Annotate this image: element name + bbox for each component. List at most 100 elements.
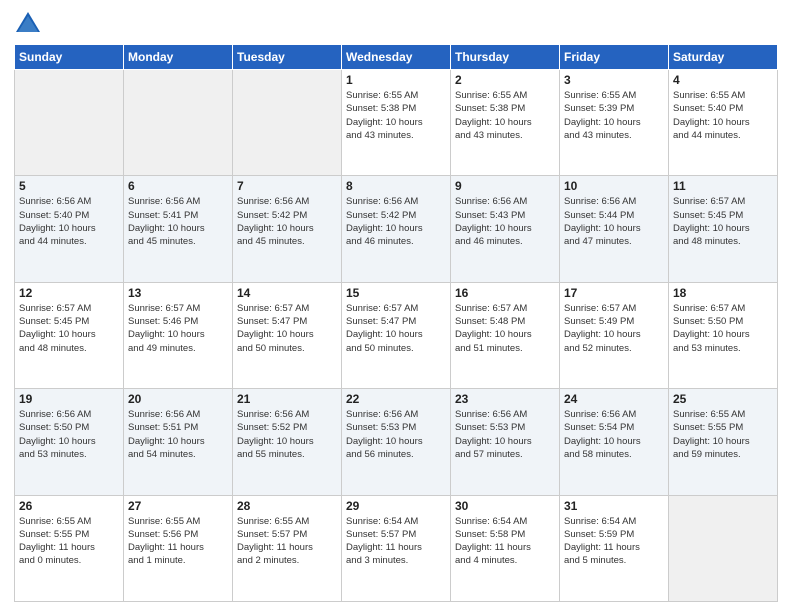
day-info: Sunrise: 6:55 AMSunset: 5:55 PMDaylight:…: [19, 515, 119, 568]
week-row-4: 19 Sunrise: 6:56 AMSunset: 5:50 PMDayligh…: [15, 389, 778, 495]
day-info: Sunrise: 6:54 AMSunset: 5:58 PMDaylight:…: [455, 515, 555, 568]
day-info: Sunrise: 6:56 AMSunset: 5:51 PMDaylight:…: [128, 408, 228, 461]
calendar-cell: 5 Sunrise: 6:56 AMSunset: 5:40 PMDaylight…: [15, 176, 124, 282]
week-row-2: 5 Sunrise: 6:56 AMSunset: 5:40 PMDaylight…: [15, 176, 778, 282]
day-info: Sunrise: 6:55 AMSunset: 5:38 PMDaylight:…: [455, 89, 555, 142]
day-number: 1: [346, 73, 446, 87]
calendar-cell: [669, 495, 778, 601]
day-number: 19: [19, 392, 119, 406]
day-info: Sunrise: 6:55 AMSunset: 5:40 PMDaylight:…: [673, 89, 773, 142]
calendar-cell: [233, 70, 342, 176]
day-number: 20: [128, 392, 228, 406]
day-info: Sunrise: 6:57 AMSunset: 5:45 PMDaylight:…: [673, 195, 773, 248]
calendar-cell: [124, 70, 233, 176]
day-number: 13: [128, 286, 228, 300]
calendar-cell: 3 Sunrise: 6:55 AMSunset: 5:39 PMDaylight…: [560, 70, 669, 176]
weekday-header-monday: Monday: [124, 45, 233, 70]
day-number: 27: [128, 499, 228, 513]
day-number: 5: [19, 179, 119, 193]
header: [14, 10, 778, 38]
calendar-cell: 24Sunrise: 6:56 AMSunset: 5:54 PMDayligh…: [560, 389, 669, 495]
calendar-cell: 11 Sunrise: 6:57 AMSunset: 5:45 PMDayligh…: [669, 176, 778, 282]
week-row-5: 26 Sunrise: 6:55 AMSunset: 5:55 PMDayligh…: [15, 495, 778, 601]
calendar-cell: 15 Sunrise: 6:57 AMSunset: 5:47 PMDayligh…: [342, 282, 451, 388]
day-number: 22: [346, 392, 446, 406]
day-info: Sunrise: 6:55 AMSunset: 5:38 PMDaylight:…: [346, 89, 446, 142]
day-info: Sunrise: 6:56 AMSunset: 5:42 PMDaylight:…: [237, 195, 337, 248]
calendar-cell: 29Sunrise: 6:54 AMSunset: 5:57 PMDayligh…: [342, 495, 451, 601]
weekday-header-row: SundayMondayTuesdayWednesdayThursdayFrid…: [15, 45, 778, 70]
calendar-cell: [15, 70, 124, 176]
day-number: 15: [346, 286, 446, 300]
calendar-cell: 22 Sunrise: 6:56 AMSunset: 5:53 PMDayligh…: [342, 389, 451, 495]
day-number: 26: [19, 499, 119, 513]
day-number: 29: [346, 499, 446, 513]
day-number: 7: [237, 179, 337, 193]
calendar-cell: 10 Sunrise: 6:56 AMSunset: 5:44 PMDayligh…: [560, 176, 669, 282]
day-info: Sunrise: 6:56 AMSunset: 5:41 PMDaylight:…: [128, 195, 228, 248]
day-info: Sunrise: 6:56 AMSunset: 5:44 PMDaylight:…: [564, 195, 664, 248]
calendar-cell: 7 Sunrise: 6:56 AMSunset: 5:42 PMDaylight…: [233, 176, 342, 282]
day-info: Sunrise: 6:55 AMSunset: 5:39 PMDaylight:…: [564, 89, 664, 142]
day-info: Sunrise: 6:56 AMSunset: 5:42 PMDaylight:…: [346, 195, 446, 248]
day-info: Sunrise: 6:57 AMSunset: 5:46 PMDaylight:…: [128, 302, 228, 355]
weekday-header-thursday: Thursday: [451, 45, 560, 70]
week-row-3: 12Sunrise: 6:57 AMSunset: 5:45 PMDayligh…: [15, 282, 778, 388]
day-number: 24: [564, 392, 664, 406]
day-number: 4: [673, 73, 773, 87]
day-info: Sunrise: 6:55 AMSunset: 5:56 PMDaylight:…: [128, 515, 228, 568]
logo-icon: [14, 10, 42, 38]
calendar-cell: 1 Sunrise: 6:55 AMSunset: 5:38 PMDaylight…: [342, 70, 451, 176]
day-info: Sunrise: 6:57 AMSunset: 5:47 PMDaylight:…: [237, 302, 337, 355]
calendar-cell: 25 Sunrise: 6:55 AMSunset: 5:55 PMDayligh…: [669, 389, 778, 495]
calendar-cell: 27 Sunrise: 6:55 AMSunset: 5:56 PMDayligh…: [124, 495, 233, 601]
page: SundayMondayTuesdayWednesdayThursdayFrid…: [0, 0, 792, 612]
weekday-header-tuesday: Tuesday: [233, 45, 342, 70]
day-info: Sunrise: 6:56 AMSunset: 5:52 PMDaylight:…: [237, 408, 337, 461]
day-number: 28: [237, 499, 337, 513]
day-number: 30: [455, 499, 555, 513]
day-info: Sunrise: 6:56 AMSunset: 5:53 PMDaylight:…: [346, 408, 446, 461]
day-number: 8: [346, 179, 446, 193]
day-number: 10: [564, 179, 664, 193]
calendar-cell: 6 Sunrise: 6:56 AMSunset: 5:41 PMDaylight…: [124, 176, 233, 282]
calendar-cell: 30 Sunrise: 6:54 AMSunset: 5:58 PMDayligh…: [451, 495, 560, 601]
day-info: Sunrise: 6:56 AMSunset: 5:53 PMDaylight:…: [455, 408, 555, 461]
calendar-cell: 19 Sunrise: 6:56 AMSunset: 5:50 PMDayligh…: [15, 389, 124, 495]
day-number: 12: [19, 286, 119, 300]
weekday-header-wednesday: Wednesday: [342, 45, 451, 70]
day-info: Sunrise: 6:56 AMSunset: 5:40 PMDaylight:…: [19, 195, 119, 248]
calendar-cell: 14 Sunrise: 6:57 AMSunset: 5:47 PMDayligh…: [233, 282, 342, 388]
day-number: 11: [673, 179, 773, 193]
calendar-cell: 2Sunrise: 6:55 AMSunset: 5:38 PMDaylight…: [451, 70, 560, 176]
calendar-cell: 16 Sunrise: 6:57 AMSunset: 5:48 PMDayligh…: [451, 282, 560, 388]
calendar-cell: 12Sunrise: 6:57 AMSunset: 5:45 PMDayligh…: [15, 282, 124, 388]
calendar-cell: 26 Sunrise: 6:55 AMSunset: 5:55 PMDayligh…: [15, 495, 124, 601]
day-number: 9: [455, 179, 555, 193]
day-number: 31: [564, 499, 664, 513]
day-info: Sunrise: 6:55 AMSunset: 5:55 PMDaylight:…: [673, 408, 773, 461]
weekday-header-friday: Friday: [560, 45, 669, 70]
day-number: 6: [128, 179, 228, 193]
calendar-cell: 21 Sunrise: 6:56 AMSunset: 5:52 PMDayligh…: [233, 389, 342, 495]
calendar: SundayMondayTuesdayWednesdayThursdayFrid…: [14, 44, 778, 602]
day-number: 3: [564, 73, 664, 87]
day-number: 23: [455, 392, 555, 406]
calendar-cell: 18 Sunrise: 6:57 AMSunset: 5:50 PMDayligh…: [669, 282, 778, 388]
day-info: Sunrise: 6:56 AMSunset: 5:50 PMDaylight:…: [19, 408, 119, 461]
weekday-header-saturday: Saturday: [669, 45, 778, 70]
day-number: 21: [237, 392, 337, 406]
day-info: Sunrise: 6:55 AMSunset: 5:57 PMDaylight:…: [237, 515, 337, 568]
calendar-cell: 17Sunrise: 6:57 AMSunset: 5:49 PMDayligh…: [560, 282, 669, 388]
day-info: Sunrise: 6:57 AMSunset: 5:50 PMDaylight:…: [673, 302, 773, 355]
day-number: 17: [564, 286, 664, 300]
calendar-cell: 13 Sunrise: 6:57 AMSunset: 5:46 PMDayligh…: [124, 282, 233, 388]
day-info: Sunrise: 6:56 AMSunset: 5:43 PMDaylight:…: [455, 195, 555, 248]
day-number: 14: [237, 286, 337, 300]
day-number: 25: [673, 392, 773, 406]
calendar-cell: 31Sunrise: 6:54 AMSunset: 5:59 PMDayligh…: [560, 495, 669, 601]
day-info: Sunrise: 6:57 AMSunset: 5:47 PMDaylight:…: [346, 302, 446, 355]
day-info: Sunrise: 6:57 AMSunset: 5:48 PMDaylight:…: [455, 302, 555, 355]
day-number: 18: [673, 286, 773, 300]
day-number: 16: [455, 286, 555, 300]
